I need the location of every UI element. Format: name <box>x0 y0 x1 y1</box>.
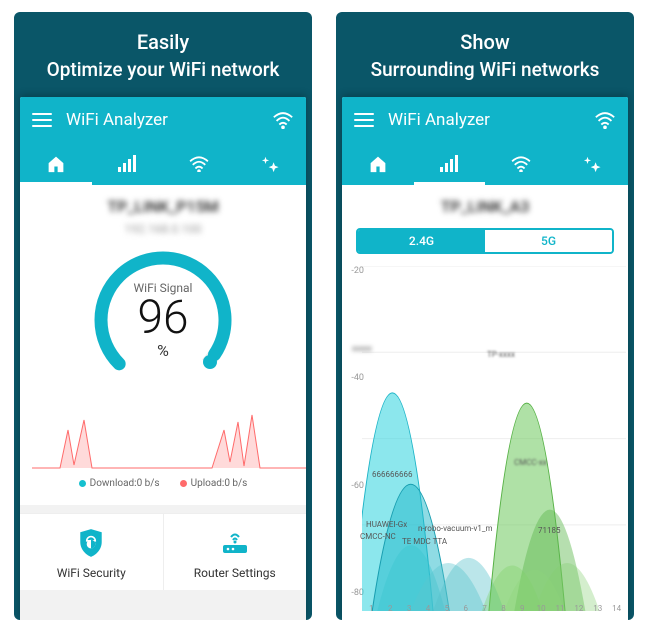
promo-panel-right: Show Surrounding WiFi networks WiFi Anal… <box>336 12 634 620</box>
tab-bar <box>342 143 628 185</box>
wifi-security-button[interactable]: WiFi Security <box>20 514 163 590</box>
tab-signal[interactable] <box>92 143 164 185</box>
tab-tools[interactable] <box>557 143 629 185</box>
traffic-sparkline <box>28 400 306 470</box>
promo-line1: Easily <box>22 30 304 54</box>
signal-gauge: WiFi Signal 96 % <box>83 240 243 400</box>
promo-line2: Optimize your WiFi network <box>22 58 304 81</box>
tab-wifi[interactable] <box>485 143 557 185</box>
net-label: 71185 <box>538 526 560 535</box>
net-label: 666666666 <box>372 470 412 479</box>
gauge-percent: % <box>157 341 169 360</box>
home-icon <box>46 155 66 173</box>
menu-icon[interactable] <box>32 113 52 127</box>
band-toggle: 2.4G 5G <box>356 228 614 254</box>
app-title: WiFi Analyzer <box>388 110 594 130</box>
x-axis: 1234567891011121314 <box>362 604 626 620</box>
legend-upload: Upload:0 b/s <box>180 478 248 489</box>
tab-signal[interactable] <box>414 143 486 185</box>
router-settings-label: Router Settings <box>194 566 276 580</box>
tab-wifi[interactable] <box>163 143 235 185</box>
ssid-sub: 192.168.0.100 <box>28 222 298 236</box>
router-icon <box>220 528 250 558</box>
net-label: CMCC-xx <box>514 458 547 467</box>
tab-home[interactable] <box>342 143 414 185</box>
action-row: WiFi Security Router Settings <box>20 513 306 590</box>
net-label: HUAWEI-Gx <box>366 520 407 529</box>
ssid-text: TP_LINK_A3 <box>350 197 620 216</box>
promo-line1: Show <box>344 30 626 54</box>
band-5g-button[interactable]: 5G <box>485 230 612 252</box>
ssid-card: TP_LINK_P15M 192.168.0.100 WiFi Signal <box>20 185 306 505</box>
shield-icon <box>76 528 106 558</box>
channel-curves <box>362 266 626 611</box>
net-label: xxxxx <box>352 344 372 353</box>
tab-home[interactable] <box>20 143 92 185</box>
ssid-card: TP_LINK_A3 <box>342 185 628 222</box>
promo-text: Show Surrounding WiFi networks <box>336 12 634 97</box>
promo-text: Easily Optimize your WiFi network <box>14 12 312 97</box>
app-titlebar: WiFi Analyzer <box>20 97 306 143</box>
promo-line2: Surrounding WiFi networks <box>344 58 626 81</box>
screen-channels: TP_LINK_A3 2.4G 5G -20 -40 -60 -80 <box>342 185 628 620</box>
traffic-legend: Download:0 b/s Upload:0 b/s <box>28 474 298 497</box>
net-label: CMCC-NC <box>360 532 396 541</box>
legend-download: Download:0 b/s <box>79 478 160 489</box>
promo-panel-left: Easily Optimize your WiFi network WiFi A… <box>14 12 312 620</box>
wifi-tab-icon <box>510 156 532 172</box>
bars-icon <box>439 155 459 173</box>
channel-chart: -20 -40 -60 -80 <box>342 262 628 620</box>
router-settings-button[interactable]: Router Settings <box>163 514 307 590</box>
wifi-icon <box>272 111 294 129</box>
screen-home: TP_LINK_P15M 192.168.0.100 WiFi Signal <box>20 185 306 620</box>
net-label: TP-xxxx <box>487 350 515 359</box>
phone-frame-right: WiFi Analyzer TP_LI <box>342 97 628 620</box>
net-label: TE MDC TTA <box>402 537 447 546</box>
net-label: n-robo-vacuum-v1_m <box>418 524 493 533</box>
ssid-text: TP_LINK_P15M <box>28 197 298 216</box>
phone-frame-left: WiFi Analyzer TP_LI <box>20 97 306 620</box>
tab-tools[interactable] <box>235 143 307 185</box>
bars-icon <box>117 155 137 173</box>
wifi-security-label: WiFi Security <box>57 566 126 580</box>
gauge-value: 96 <box>137 295 188 341</box>
band-24g-button[interactable]: 2.4G <box>358 230 485 252</box>
wifi-tab-icon <box>188 156 210 172</box>
sparkle-icon <box>582 155 602 173</box>
sparkle-icon <box>260 155 280 173</box>
wifi-icon <box>594 111 616 129</box>
home-icon <box>368 155 388 173</box>
tab-bar <box>20 143 306 185</box>
app-titlebar: WiFi Analyzer <box>342 97 628 143</box>
app-title: WiFi Analyzer <box>66 110 272 130</box>
menu-icon[interactable] <box>354 113 374 127</box>
